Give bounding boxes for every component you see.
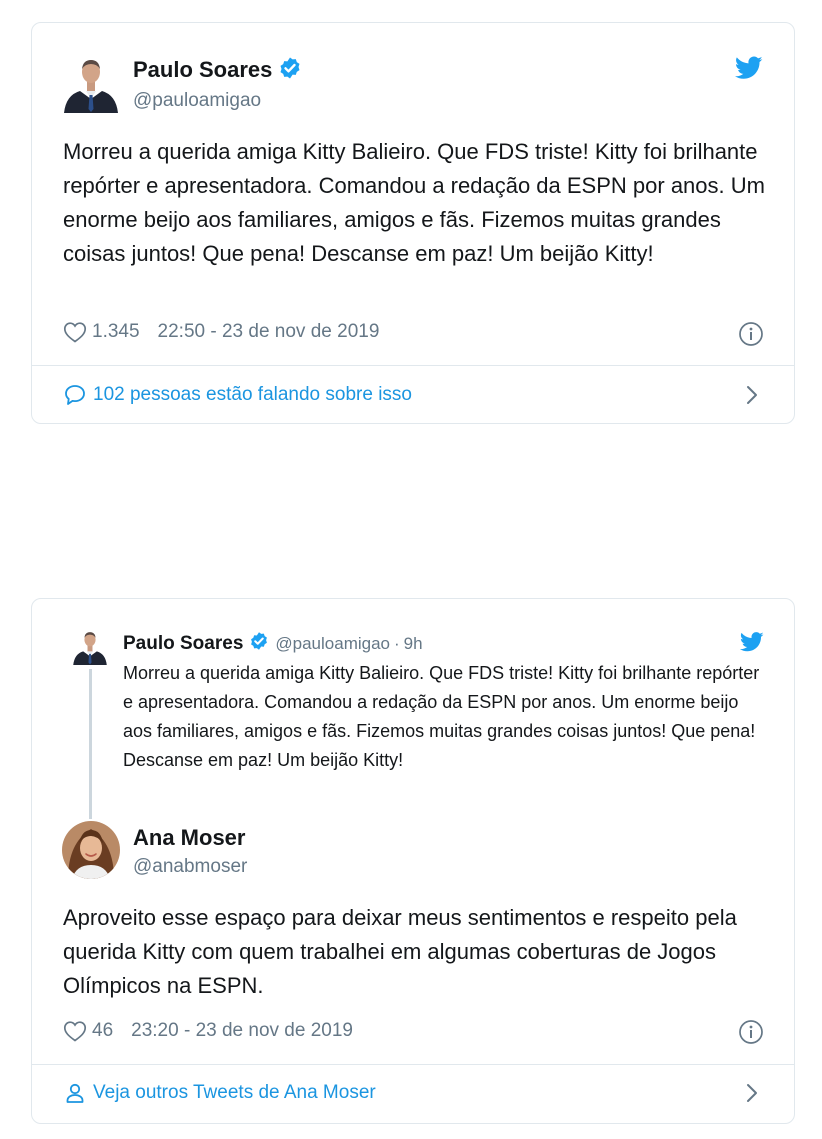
- profile-link-label[interactable]: Veja outros Tweets de Ana Moser: [93, 1082, 376, 1104]
- quoted-avatar[interactable]: [72, 629, 108, 665]
- author-name[interactable]: Ana Moser: [133, 825, 245, 851]
- tweet-card-ana: Paulo Soares @pauloamigao · 9h Morreu a …: [31, 598, 795, 1124]
- tweet-text: Morreu a querida amiga Kitty Balieiro. Q…: [63, 139, 765, 266]
- conversation-link[interactable]: 102 pessoas estão falando sobre isso: [63, 383, 412, 407]
- info-icon[interactable]: [738, 321, 764, 352]
- profile-link[interactable]: Veja outros Tweets de Ana Moser: [63, 1081, 376, 1105]
- divider: [32, 365, 794, 366]
- quoted-author-handle[interactable]: @pauloamigao: [275, 634, 390, 654]
- avatar[interactable]: [62, 55, 120, 113]
- quoted-author-name[interactable]: Paulo Soares: [123, 633, 243, 655]
- meta-separator: ·: [394, 633, 400, 653]
- chevron-right-icon[interactable]: [745, 384, 759, 411]
- tweet-card-paulo: Paulo Soares @pauloamigao Morreu a queri…: [31, 22, 795, 424]
- conversation-link-label[interactable]: 102 pessoas estão falando sobre isso: [93, 384, 412, 406]
- quoted-age[interactable]: 9h: [404, 634, 423, 654]
- author-handle[interactable]: @pauloamigao: [133, 90, 261, 112]
- verified-badge-icon: [278, 56, 302, 85]
- heart-icon[interactable]: [63, 1020, 87, 1042]
- timestamp[interactable]: 22:50 - 23 de nov de 2019: [158, 321, 380, 343]
- speech-bubble-icon: [63, 383, 87, 407]
- tweet-text: Aproveito esse espaço para deixar meus s…: [63, 905, 737, 998]
- like-count[interactable]: 46: [92, 1020, 113, 1042]
- quoted-tweet-text: Morreu a querida amiga Kitty Balieiro. Q…: [123, 663, 760, 770]
- thread-line: [89, 669, 92, 819]
- verified-badge-icon: [249, 631, 269, 656]
- twitter-bird-icon[interactable]: [734, 56, 763, 85]
- heart-icon[interactable]: [63, 321, 87, 343]
- author-name[interactable]: Paulo Soares: [133, 57, 272, 82]
- avatar[interactable]: [62, 821, 120, 879]
- twitter-bird-icon[interactable]: [739, 632, 764, 657]
- timestamp[interactable]: 23:20 - 23 de nov de 2019: [131, 1020, 353, 1042]
- info-icon[interactable]: [738, 1019, 764, 1050]
- author-handle[interactable]: @anabmoser: [133, 856, 247, 878]
- person-icon: [63, 1081, 87, 1105]
- chevron-right-icon[interactable]: [745, 1082, 759, 1109]
- like-count[interactable]: 1.345: [92, 321, 140, 343]
- divider: [32, 1064, 794, 1065]
